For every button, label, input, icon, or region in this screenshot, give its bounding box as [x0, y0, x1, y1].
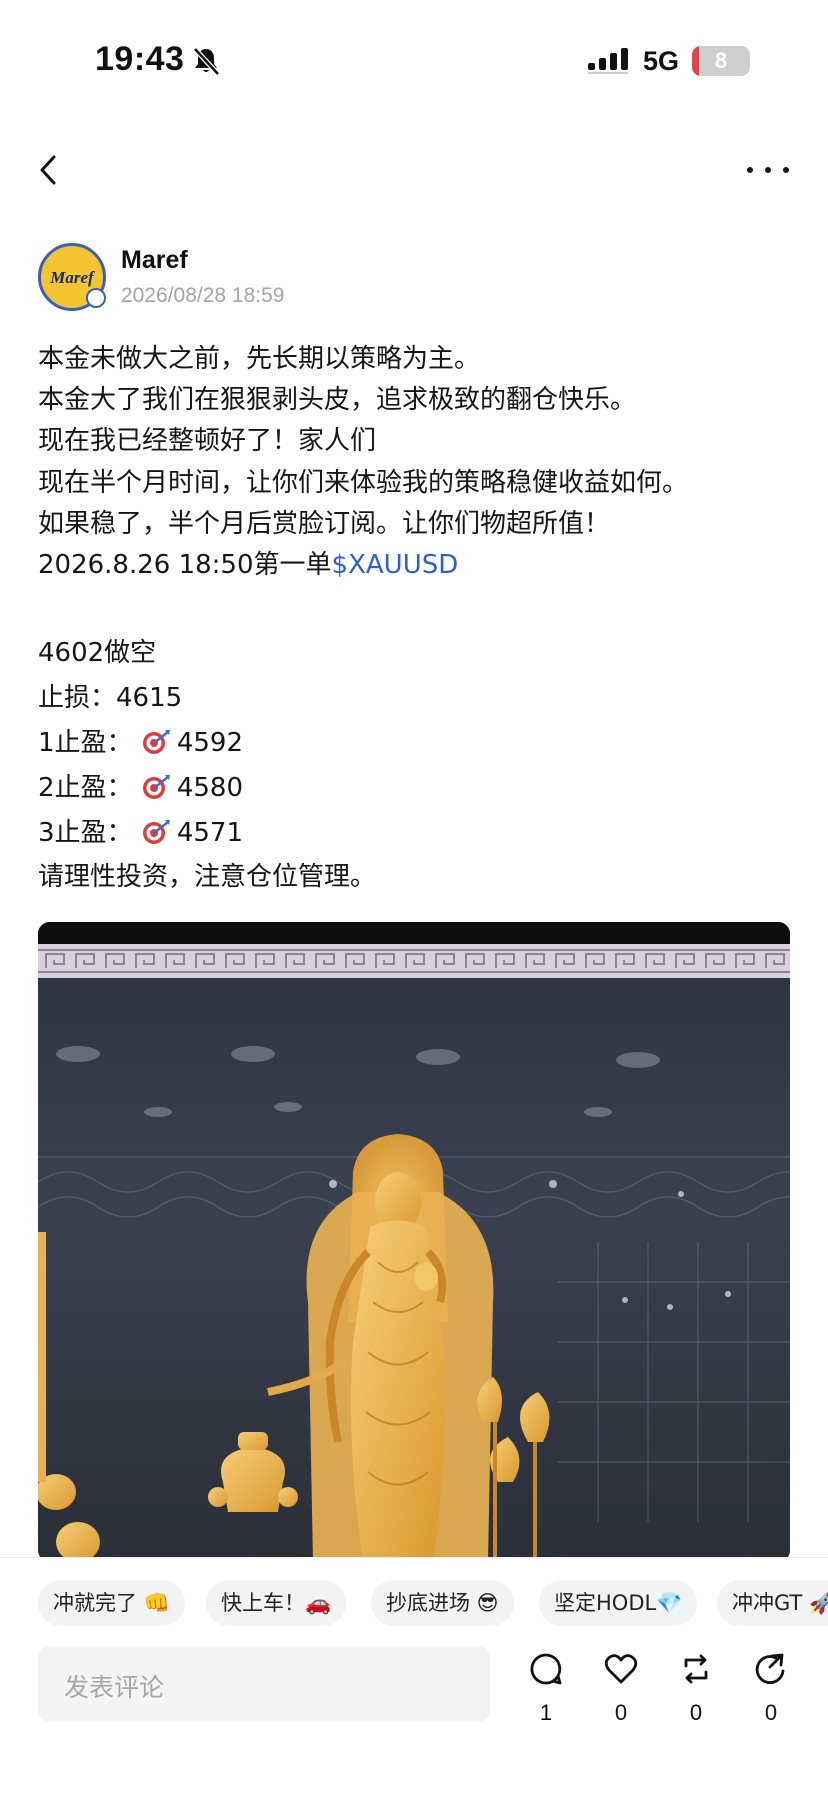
- take-profit-2-value: 4580: [176, 773, 243, 803]
- post-line: 本金未做大之前，先长期以策略为主。: [38, 344, 481, 374]
- disclaimer: 请理性投资，注意仓位管理。: [38, 862, 377, 892]
- like-button[interactable]: 0: [594, 1652, 648, 1742]
- heart-icon: [604, 1654, 638, 1684]
- post-line: 如果稳了，半个月后赏脸订阅。让你们物超所值！: [38, 509, 611, 539]
- buddha-statue-photo: [38, 922, 790, 1562]
- comment-count: 1: [539, 1700, 553, 1725]
- ellipsis-icon: [747, 167, 789, 173]
- bell-slash-icon: [193, 47, 220, 76]
- cellular-signal-icon: [588, 48, 628, 74]
- chevron-left-icon: [40, 155, 56, 185]
- post-line: 现在半个月时间，让你们来体验我的策略稳健收益如何。: [38, 468, 689, 498]
- avatar-logo-text: Maref: [50, 268, 94, 287]
- reaction-chip[interactable]: 冲冲GT 🚀: [717, 1580, 828, 1626]
- verified-badge-icon: [86, 288, 106, 308]
- quick-reactions: 冲就完了 👊 快上车！🚗 抄底进场 😎 坚定HODL💎 冲冲GT 🚀: [38, 1580, 828, 1626]
- target-dart-icon: [142, 775, 170, 799]
- take-profit-1-value: 4592: [176, 728, 243, 758]
- comment-bubble-icon: [530, 1653, 562, 1685]
- status-time: 19:43: [95, 40, 185, 78]
- battery-indicator: 8: [692, 46, 750, 76]
- bottom-action-bar: 冲就完了 👊 快上车！🚗 抄底进场 😎 坚定HODL💎 冲冲GT 🚀 发表评论 …: [0, 1557, 828, 1800]
- take-profit-3-value: 4571: [176, 818, 243, 848]
- take-profit-1-label: 1止盈：: [38, 728, 133, 758]
- share-arrow-icon: [755, 1653, 785, 1684]
- post-timestamp: 2026/08/28 18:59: [121, 284, 285, 307]
- comment-placeholder: 发表评论: [64, 1673, 165, 1702]
- take-profit-3: 3止盈： 4571: [38, 812, 243, 849]
- more-options-button[interactable]: [740, 150, 796, 190]
- comment-button[interactable]: 1: [519, 1652, 573, 1742]
- share-count: 0: [764, 1700, 778, 1725]
- share-button[interactable]: 0: [744, 1652, 798, 1742]
- take-profit-1: 1止盈： 4592: [38, 722, 243, 759]
- stop-loss: 止损：4615: [38, 683, 183, 713]
- repost-count: 0: [689, 1700, 703, 1725]
- post-image[interactable]: [38, 922, 790, 1562]
- take-profit-3-label: 3止盈：: [38, 818, 133, 848]
- author-name[interactable]: Maref: [121, 246, 188, 275]
- post-line: 现在我已经整顿好了！家人们: [38, 426, 377, 456]
- target-dart-icon: [142, 820, 170, 844]
- repost-button[interactable]: 0: [669, 1652, 723, 1742]
- order-prefix: 2026.8.26 18:50第一单: [38, 550, 332, 580]
- take-profit-2: 2止盈： 4580: [38, 767, 243, 804]
- reaction-chip[interactable]: 抄底进场 😎: [371, 1580, 514, 1626]
- network-type: 5G: [643, 46, 680, 76]
- target-dart-icon: [142, 730, 170, 754]
- reaction-chip[interactable]: 冲就完了 👊: [38, 1580, 185, 1626]
- take-profit-2-label: 2止盈：: [38, 773, 133, 803]
- comment-input[interactable]: 发表评论: [38, 1646, 490, 1722]
- order-line: 2026.8.26 18:50第一单$XAUUSD: [38, 544, 458, 581]
- like-count: 0: [614, 1700, 628, 1725]
- ticker-link[interactable]: $XAUUSD: [332, 550, 459, 580]
- post-line: 本金大了我们在狠狠剥头皮，追求极致的翻仓快乐。: [38, 385, 637, 415]
- back-button[interactable]: [28, 145, 72, 195]
- trade-direction: 4602做空: [38, 638, 157, 668]
- status-bar: 19:43 5G 8: [0, 0, 828, 120]
- repost-icon: [684, 1654, 708, 1684]
- reaction-chip[interactable]: 快上车！🚗: [206, 1580, 347, 1626]
- battery-percent: 8: [714, 48, 728, 73]
- reaction-chip[interactable]: 坚定HODL💎: [539, 1580, 698, 1626]
